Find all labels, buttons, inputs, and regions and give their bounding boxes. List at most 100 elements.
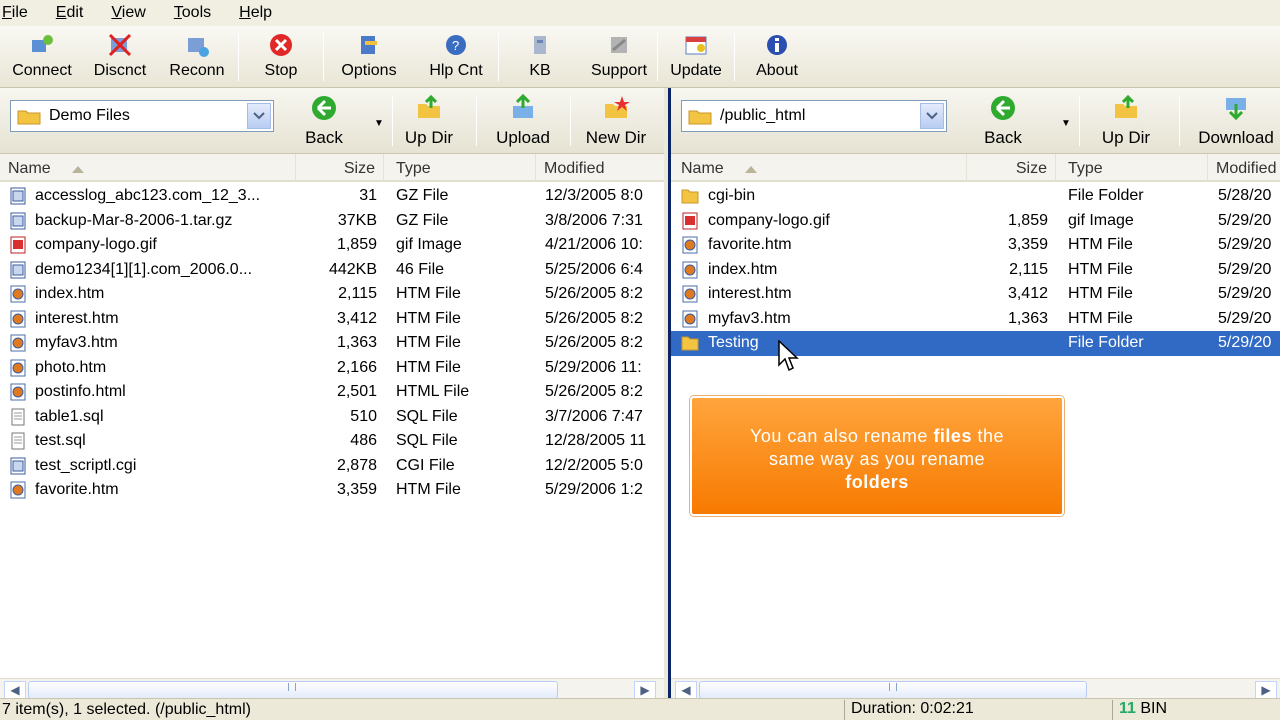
scroll-left-icon[interactable]: ◀ <box>675 681 697 699</box>
back-history-dropdown-icon[interactable]: ▼ <box>374 118 384 129</box>
back-history-dropdown-icon[interactable]: ▼ <box>1061 118 1071 129</box>
local-path-combo[interactable]: Demo Files <box>10 100 274 132</box>
file-type: HTM File <box>1068 285 1133 302</box>
menu-file[interactable]: File <box>0 4 40 22</box>
column-name[interactable]: Name <box>671 154 967 182</box>
update-button[interactable]: Update <box>658 26 734 88</box>
download-button[interactable]: Download <box>1193 88 1279 154</box>
file-type: HTM File <box>396 334 461 351</box>
disconnect-button[interactable]: Discnct <box>84 26 156 88</box>
stop-button[interactable]: Stop <box>239 26 323 88</box>
remote-file-list: cgi-bin File Folder 5/28/20 company-logo.gi… <box>671 184 1280 356</box>
file-size: 510 <box>350 407 377 425</box>
file-row[interactable]: company-logo.gif 1,859 gif Image 4/21/2006 … <box>0 233 664 258</box>
scroll-right-icon[interactable]: ▶ <box>634 681 656 699</box>
help-center-button[interactable]: ? Hlp Cnt <box>414 26 498 88</box>
status-transfer-mode[interactable]: 11 BIN <box>1112 700 1232 720</box>
new-dir-button[interactable]: New Dir <box>580 88 652 154</box>
folder-row[interactable]: Testing File Folder 5/29/20 <box>671 331 1280 356</box>
file-row[interactable]: favorite.htm 3,359 HTM File 5/29/20 <box>671 233 1280 258</box>
file-type: HTM File <box>396 358 461 376</box>
file-row[interactable]: myfav3.htm 1,363 HTM File 5/26/2005 8:2 <box>0 331 664 356</box>
back-arrow-icon <box>310 94 338 122</box>
chevron-down-icon[interactable] <box>247 103 271 129</box>
support-button[interactable]: Support <box>581 26 657 88</box>
file-row[interactable]: interest.htm 3,412 HTM File 5/26/2005 8:2 <box>0 307 664 332</box>
folder-row[interactable]: cgi-bin File Folder 5/28/20 <box>671 184 1280 209</box>
options-button[interactable]: Options <box>324 26 414 88</box>
file-modified: 5/26/2005 8:2 <box>545 383 643 400</box>
local-horizontal-scrollbar[interactable]: ◀ ▶ <box>0 678 664 699</box>
remote-column-header: Name Size Type Modified <box>671 154 1280 182</box>
file-size: 442KB <box>328 260 377 278</box>
scroll-right-icon[interactable]: ▶ <box>1255 681 1277 699</box>
file-type: File Folder <box>1068 187 1144 204</box>
about-label: About <box>756 62 798 79</box>
reconnect-button[interactable]: Reconn <box>156 26 238 88</box>
chevron-down-icon[interactable] <box>920 103 944 129</box>
file-type: HTM File <box>396 481 461 498</box>
file-name: index.htm <box>708 260 778 278</box>
scroll-left-icon[interactable]: ◀ <box>4 681 26 699</box>
file-size: 2,166 <box>336 358 377 376</box>
callout-line-2: same way as you rename <box>768 449 986 469</box>
remote-updir-button[interactable]: Up Dir <box>1093 88 1159 154</box>
file-row[interactable]: table1.sql 510 SQL File 3/7/2006 7:47 <box>0 405 664 430</box>
disconnect-icon <box>107 32 133 58</box>
remote-back-label: Back <box>984 128 1022 147</box>
file-row[interactable]: postinfo.html 2,501 HTML File 5/26/2005 8:2 <box>0 380 664 405</box>
kb-button[interactable]: KB <box>499 26 581 88</box>
menu-view[interactable]: View <box>109 4 157 22</box>
download-icon <box>1222 94 1250 122</box>
column-type[interactable]: Type <box>1056 154 1208 182</box>
file-row[interactable]: accesslog_abc123.com_12_3... 31 GZ File 12/… <box>0 184 664 209</box>
file-size: 1,859 <box>336 236 377 253</box>
file-row[interactable]: index.htm 2,115 HTM File 5/29/20 <box>671 258 1280 283</box>
file-row[interactable]: index.htm 2,115 HTM File 5/26/2005 8:2 <box>0 282 664 307</box>
file-name: table1.sql <box>35 407 104 425</box>
tutorial-callout: You can also rename files the same way a… <box>690 396 1064 516</box>
support-label: Support <box>590 62 648 79</box>
file-name: Testing <box>708 331 968 355</box>
file-size: 486 <box>350 432 377 449</box>
menu-tools[interactable]: Tools <box>172 4 223 22</box>
file-name: test_scriptl.cgi <box>35 456 137 474</box>
file-row[interactable]: myfav3.htm 1,363 HTM File 5/29/20 <box>671 307 1280 332</box>
pane-toolbar-separator <box>1179 96 1180 146</box>
local-back-button[interactable]: Back <box>294 88 354 154</box>
disconnect-label: Discnct <box>93 62 147 79</box>
file-name: index.htm <box>35 285 105 302</box>
local-updir-button[interactable]: Up Dir <box>398 88 460 154</box>
file-row[interactable]: favorite.htm 3,359 HTM File 5/29/2006 1:2 <box>0 478 664 503</box>
column-modified[interactable]: Modified <box>536 154 664 182</box>
up-folder-icon <box>415 94 443 122</box>
column-size[interactable]: Size <box>967 154 1056 182</box>
remote-back-button[interactable]: Back <box>973 88 1033 154</box>
stop-label: Stop <box>264 62 298 79</box>
file-row[interactable]: test_scriptl.cgi 2,878 CGI File 12/2/2005 5… <box>0 454 664 479</box>
file-type: CGI File <box>396 456 455 474</box>
file-row[interactable]: interest.htm 3,412 HTM File 5/29/20 <box>671 282 1280 307</box>
connect-button[interactable]: Connect <box>0 26 84 88</box>
about-button[interactable]: About <box>735 26 819 88</box>
remote-horizontal-scrollbar[interactable]: ◀ ▶ <box>671 678 1280 699</box>
column-name[interactable]: Name <box>0 154 296 182</box>
file-type: 46 File <box>396 260 445 278</box>
file-modified: 4/21/2006 10: <box>545 236 643 253</box>
remote-path-combo[interactable]: /public_html <box>681 100 947 132</box>
menu-help[interactable]: Help <box>237 4 284 22</box>
column-size[interactable]: Size <box>296 154 384 182</box>
column-type[interactable]: Type <box>384 154 536 182</box>
file-row[interactable]: backup-Mar-8-2006-1.tar.gz 37KB GZ File 3/8… <box>0 209 664 234</box>
file-row[interactable]: photo.htm 2,166 HTM File 5/29/2006 11: <box>0 356 664 381</box>
menu-edit[interactable]: Edit <box>54 4 96 22</box>
file-row[interactable]: company-logo.gif 1,859 gif Image 5/29/20 <box>671 209 1280 234</box>
file-row[interactable]: demo1234[1][1].com_2006.0... 442KB 46 File… <box>0 258 664 283</box>
file-modified: 5/29/2006 1:2 <box>545 481 643 498</box>
options-icon <box>356 32 382 58</box>
upload-button[interactable]: Upload <box>488 88 558 154</box>
file-name: demo1234[1][1].com_2006.0... <box>35 260 253 278</box>
column-modified[interactable]: Modified <box>1208 154 1280 182</box>
local-path-text: Demo Files <box>49 107 130 124</box>
file-row[interactable]: test.sql 486 SQL File 12/28/2005 11 <box>0 429 664 454</box>
